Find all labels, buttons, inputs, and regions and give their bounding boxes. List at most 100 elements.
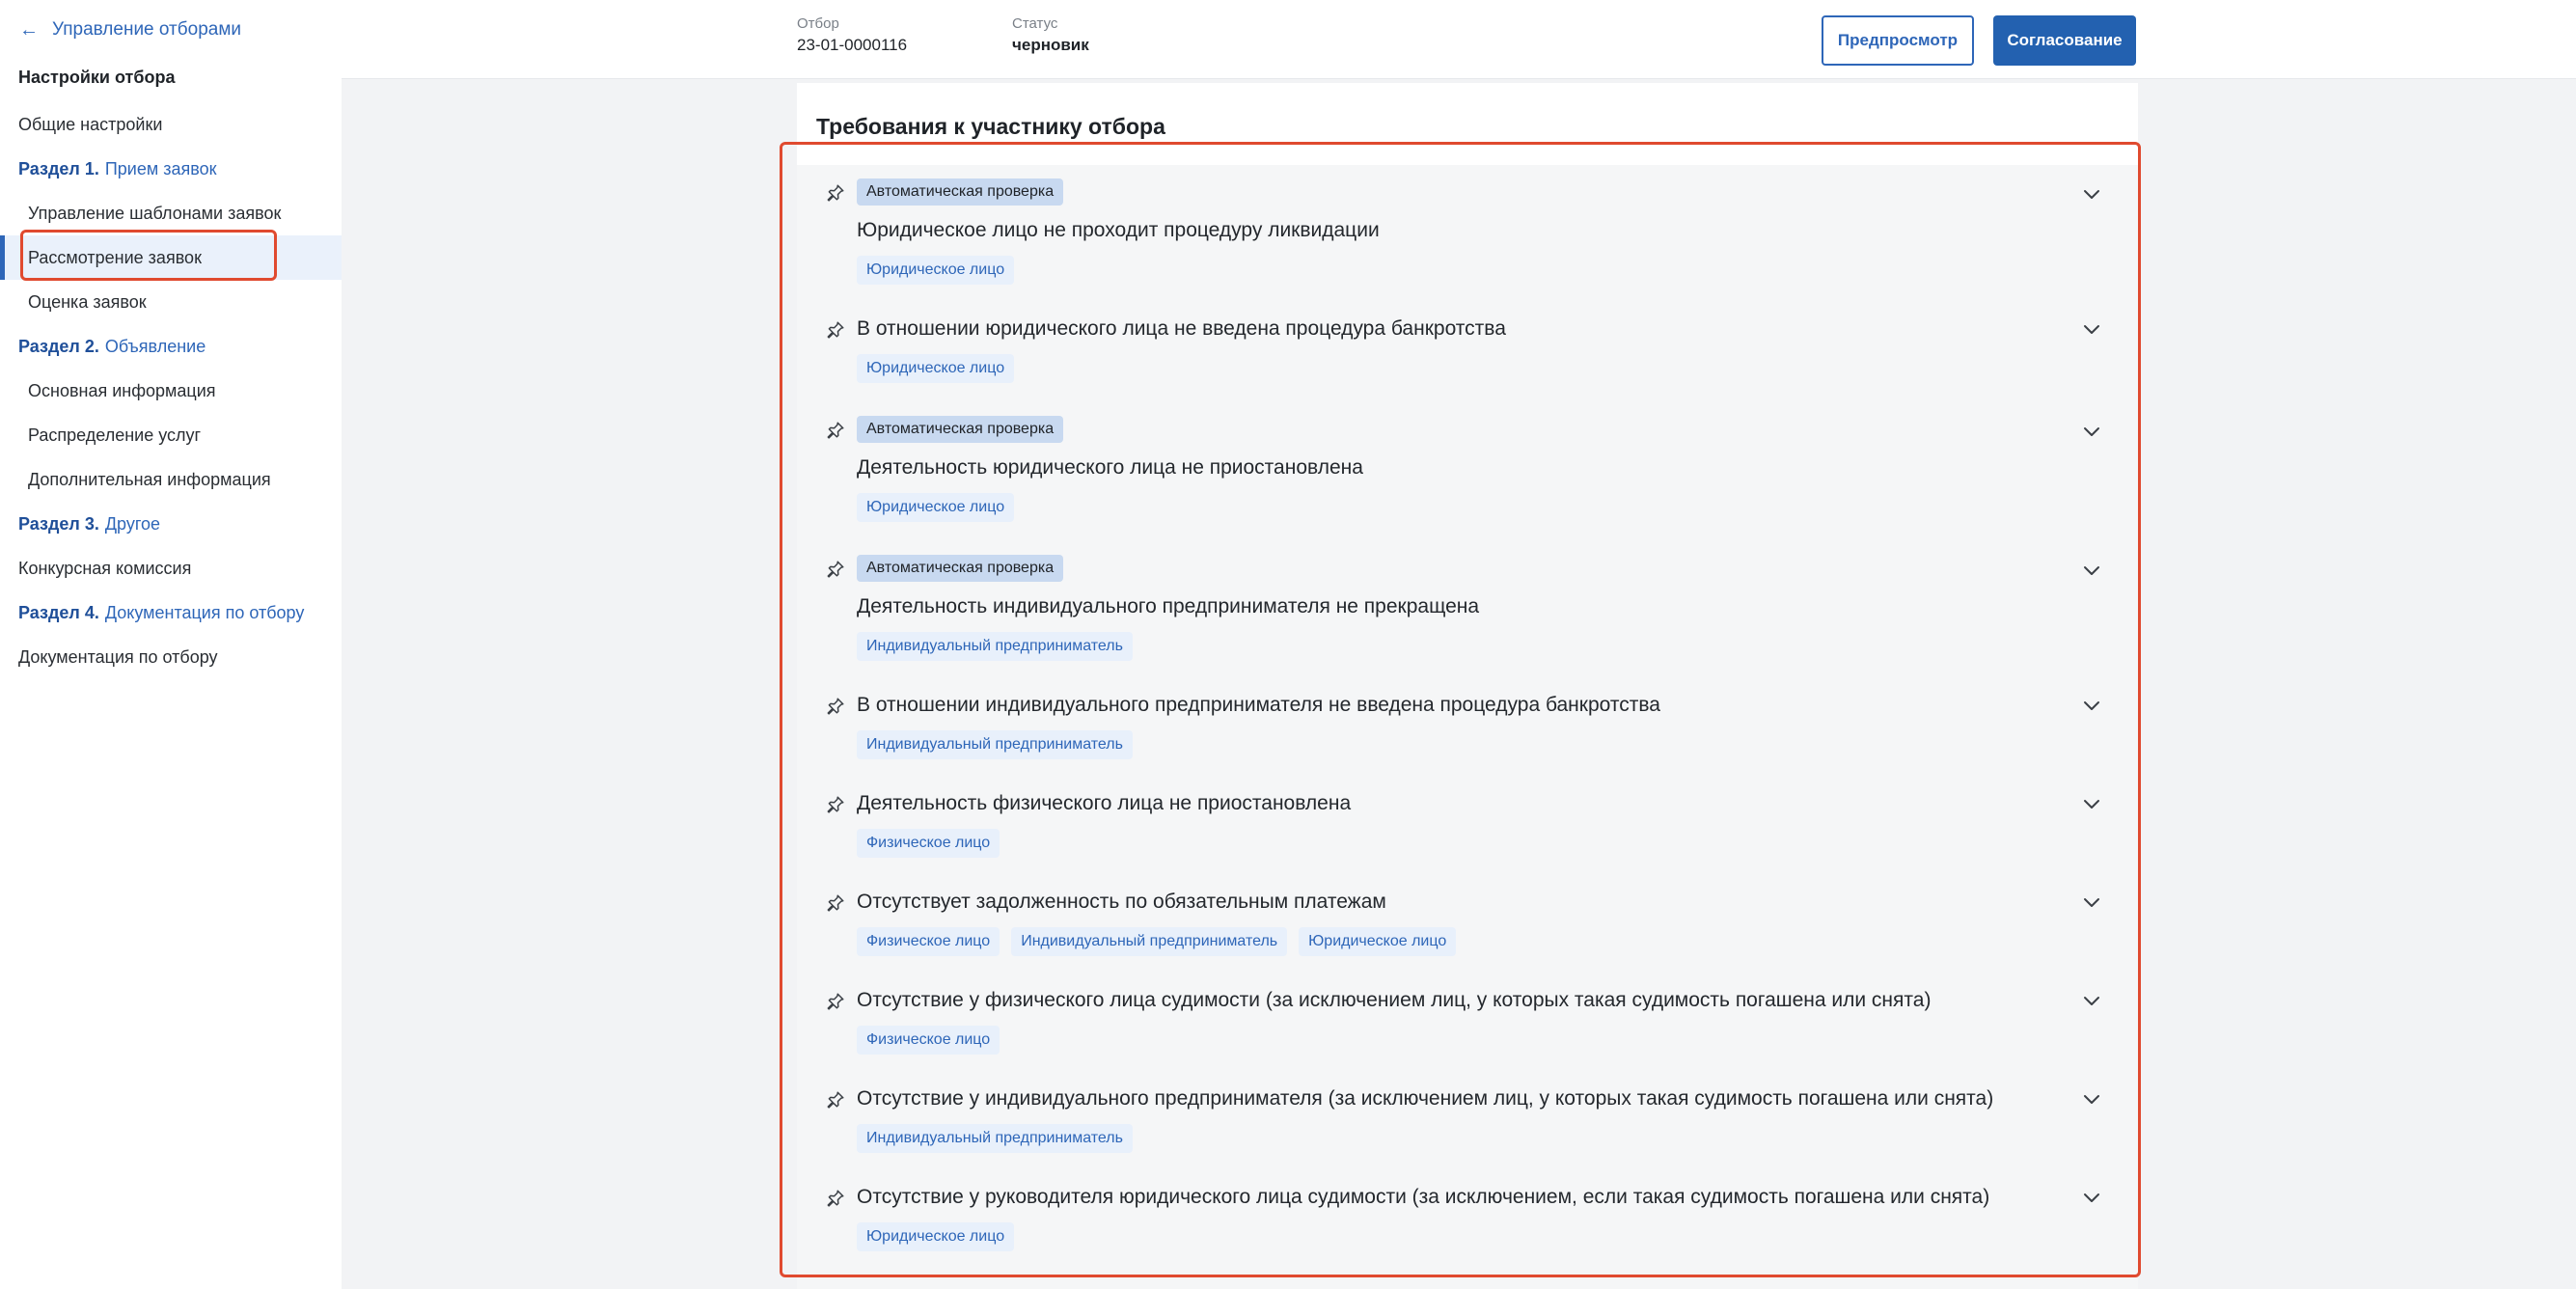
section-label: Объявление [104, 336, 206, 356]
pin-icon[interactable] [825, 1089, 846, 1111]
section-label: Документация по отбору [104, 602, 305, 622]
requirement-item[interactable]: Отсутствует задолженность по обязательны… [797, 877, 2138, 975]
participant-type-tag: Физическое лицо [857, 1026, 1000, 1055]
sidebar-item-label: Конкурсная комиссия [18, 558, 192, 578]
participant-type-tag: Юридическое лицо [857, 493, 1015, 522]
requirement-item[interactable]: В отношении индивидуального предпринимат… [797, 680, 2138, 779]
participant-type-tag: Юридическое лицо [1299, 927, 1457, 956]
sidebar-section-2[interactable]: Раздел 2. Объявление [0, 324, 342, 369]
arrow-left-icon: ← [19, 19, 39, 41]
requirement-title: Отсутствует задолженность по обязательны… [857, 891, 1386, 913]
requirement-tags: Физическое лицо [857, 829, 1000, 858]
sidebar-item-general-settings[interactable]: Общие настройки [0, 102, 342, 147]
requirement-item[interactable]: Автоматическая проверка Деятельность юрид… [797, 402, 2138, 541]
requirement-title: В отношении юридического лица не введена… [857, 317, 1506, 340]
chevron-down-icon[interactable] [2080, 891, 2103, 914]
sidebar-section-4[interactable]: Раздел 4. Документация по отбору [0, 590, 342, 635]
sidebar-item-label: Распределение услуг [28, 425, 202, 445]
requirement-tags: Физическое лицо [857, 1026, 1000, 1055]
chevron-down-icon[interactable] [2080, 1087, 2103, 1111]
sidebar-section-1[interactable]: Раздел 1. Прием заявок [0, 147, 342, 191]
sidebar-item-commission[interactable]: Конкурсная комиссия [0, 546, 342, 590]
requirement-title: Отсутствие у руководителя юридического л… [857, 1186, 1990, 1208]
requirement-tags: Физическое лицо Индивидуальный предприним… [857, 927, 1457, 956]
requirement-title: В отношении индивидуального предпринимат… [857, 694, 1660, 716]
sidebar-item-services[interactable]: Распределение услуг [0, 413, 342, 457]
requirement-tags: Юридическое лицо [857, 1222, 1015, 1251]
requirement-item[interactable]: Отсутствие у физического лица судимости … [797, 975, 2138, 1074]
pin-icon[interactable] [825, 559, 846, 580]
sidebar-item-label: Документация по отбору [18, 646, 218, 667]
requirement-tags: Юридическое лицо [857, 256, 1015, 285]
requirement-title: Отсутствие у физического лица судимости … [857, 989, 1932, 1011]
pin-icon[interactable] [825, 991, 846, 1012]
participant-type-tag: Индивидуальный предприниматель [1011, 927, 1288, 956]
sidebar-item-additional-info[interactable]: Дополнительная информация [0, 457, 342, 502]
requirement-item[interactable]: Отсутствие у индивидуального предпринима… [797, 1074, 2138, 1172]
chevron-down-icon[interactable] [2080, 182, 2103, 206]
requirement-tags: Индивидуальный предприниматель [857, 1124, 1133, 1153]
requirement-tags: Юридическое лицо [857, 493, 1015, 522]
sidebar-section-3[interactable]: Раздел 3. Другое [0, 502, 342, 546]
participant-type-tag: Индивидуальный предприниматель [857, 1124, 1133, 1153]
requirement-item[interactable]: Автоматическая проверка Деятельность инди… [797, 541, 2138, 680]
sidebar-heading: Настройки отбора [18, 68, 176, 87]
requirement-title: Отсутствие у индивидуального предпринима… [857, 1087, 1994, 1110]
preview-button[interactable]: Предпросмотр [1822, 15, 1974, 66]
participant-type-tag: Индивидуальный предприниматель [857, 632, 1133, 661]
sidebar: ← Управление отборами Настройки отбора О… [0, 0, 342, 1289]
chevron-down-icon[interactable] [2080, 694, 2103, 717]
requirement-item[interactable]: Отсутствие у руководителя юридического л… [797, 1172, 2138, 1271]
requirements-card: Требования к участнику отбора Автоматиче… [797, 83, 2138, 1289]
status-label: Статус [1012, 15, 1058, 32]
requirement-tags: Юридическое лицо [857, 354, 1015, 383]
requirements-list: Автоматическая проверка Юридическое лицо … [797, 165, 2138, 1289]
section-number: Раздел 1. [18, 158, 99, 178]
chevron-down-icon[interactable] [2080, 317, 2103, 341]
section-number: Раздел 2. [18, 336, 99, 356]
auto-check-badge: Автоматическая проверка [857, 178, 1064, 206]
pin-icon[interactable] [825, 1188, 846, 1209]
selection-number-label: Отбор [797, 15, 839, 32]
pin-icon[interactable] [825, 892, 846, 914]
chevron-down-icon[interactable] [2080, 420, 2103, 443]
requirement-title: Деятельность индивидуального предпринима… [857, 595, 1480, 617]
section-label: Другое [104, 513, 161, 534]
pin-icon[interactable] [825, 420, 846, 441]
top-bar: Отбор 23-01-0000116 Статус черновик Пред… [342, 0, 2576, 79]
sidebar-item-evaluation[interactable]: Оценка заявок [0, 280, 342, 324]
sidebar-item-templates[interactable]: Управление шаблонами заявок [0, 191, 342, 235]
participant-type-tag: Физическое лицо [857, 829, 1000, 858]
sidebar-item-label: Дополнительная информация [28, 469, 271, 489]
requirement-item[interactable]: В отношении юридического лица не введена… [797, 304, 2138, 402]
participant-type-tag: Физическое лицо [857, 927, 1000, 956]
requirement-tags: Индивидуальный предприниматель [857, 632, 1133, 661]
requirement-tags: Индивидуальный предприниматель [857, 730, 1133, 759]
sidebar-item-label: Основная информация [28, 380, 216, 400]
chevron-down-icon[interactable] [2080, 559, 2103, 582]
approve-button[interactable]: Согласование [1993, 15, 2136, 66]
requirement-title: Деятельность физического лица не приоста… [857, 792, 1352, 814]
sidebar-item-documentation[interactable]: Документация по отбору [0, 635, 342, 679]
chevron-down-icon[interactable] [2080, 989, 2103, 1012]
requirement-item[interactable]: Автоматическая проверка Юридическое лицо … [797, 165, 2138, 304]
requirement-title: Юридическое лицо не проходит процедуру л… [857, 219, 1380, 241]
participant-type-tag: Юридическое лицо [857, 354, 1015, 383]
sidebar-item-main-info[interactable]: Основная информация [0, 369, 342, 413]
chevron-down-icon[interactable] [2080, 792, 2103, 815]
pin-icon[interactable] [825, 182, 846, 204]
requirement-title: Деятельность юридического лица не приост… [857, 456, 1363, 479]
pin-icon[interactable] [825, 319, 846, 341]
participant-type-tag: Индивидуальный предприниматель [857, 730, 1133, 759]
chevron-down-icon[interactable] [2080, 1186, 2103, 1209]
participant-type-tag: Юридическое лицо [857, 256, 1015, 285]
pin-icon[interactable] [825, 696, 846, 717]
pin-icon[interactable] [825, 794, 846, 815]
section-number: Раздел 4. [18, 602, 99, 622]
back-link[interactable]: ← Управление отборами [19, 17, 241, 42]
auto-check-badge: Автоматическая проверка [857, 416, 1064, 443]
status-value: черновик [1012, 36, 1089, 54]
sidebar-item-review[interactable]: Рассмотрение заявок [0, 235, 342, 280]
section-title: Требования к участнику отбора [816, 114, 1165, 139]
requirement-item[interactable]: Деятельность физического лица не приоста… [797, 779, 2138, 877]
